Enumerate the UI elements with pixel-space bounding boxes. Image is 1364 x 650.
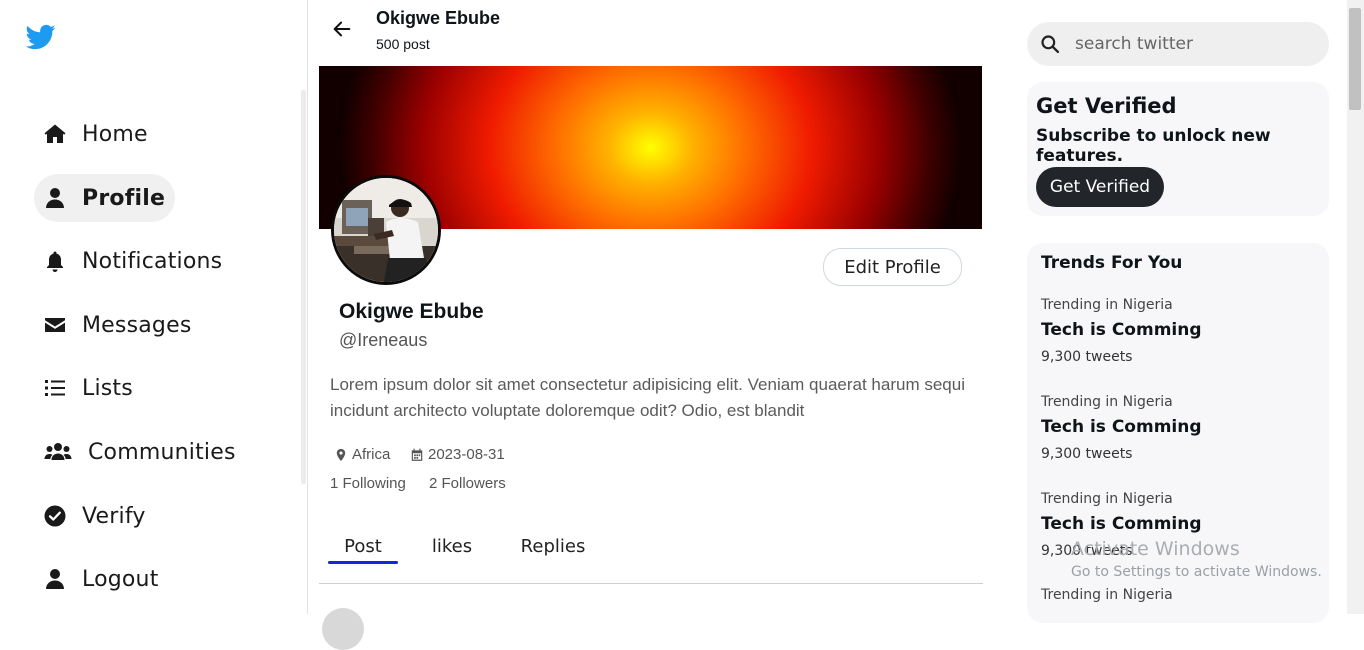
trend-count: 9,300 tweets [1041, 543, 1133, 559]
profile-handle: @Ireneaus [339, 330, 428, 350]
scrollbar-thumb[interactable] [1349, 8, 1361, 110]
active-tab-indicator [328, 561, 398, 564]
get-verified-button[interactable]: Get Verified [1036, 167, 1164, 207]
sidebar-item-home[interactable]: Home [34, 110, 158, 158]
sidebar-item-label: Home [82, 121, 148, 147]
trend-item[interactable]: Trending in Nigeria Tech is Comming 9,30… [1041, 488, 1311, 564]
sidebar-item-communities[interactable]: Communities [34, 428, 246, 476]
followers-link[interactable]: 2 Followers [429, 475, 506, 492]
location-text: Africa [352, 446, 391, 463]
envelope-icon [42, 312, 68, 338]
tab-post[interactable]: Post [328, 528, 398, 564]
sidebar-item-notifications[interactable]: Notifications [34, 237, 232, 285]
trend-location: Trending in Nigeria [1041, 394, 1173, 410]
sidebar-scrollbar[interactable] [301, 90, 306, 484]
trend-count: 9,300 tweets [1041, 349, 1133, 365]
sidebar-item-profile[interactable]: Profile [34, 174, 176, 222]
trend-item[interactable]: Trending in Nigeria [1041, 584, 1311, 606]
profile-main: Okigwe Ebube 500 post Edit Profile Okigw… [319, 0, 983, 650]
profile-joined-date: 2023-08-31 [410, 446, 505, 463]
home-icon [42, 121, 68, 147]
header-post-count: 500 post [376, 36, 430, 52]
map-pin-icon [336, 448, 346, 461]
back-arrow-icon[interactable] [331, 18, 355, 42]
search-bar[interactable] [1027, 22, 1329, 66]
tabs-divider [319, 583, 983, 584]
profile-name: Okigwe Ebube [339, 300, 484, 323]
trend-location: Trending in Nigeria [1041, 297, 1173, 313]
trends-card: Trends For You Trending in Nigeria Tech … [1027, 243, 1329, 623]
edit-profile-button[interactable]: Edit Profile [823, 248, 962, 286]
post-avatar [322, 608, 364, 650]
verify-card-subtitle: Subscribe to unlock new features. [1036, 126, 1271, 166]
trends-title: Trends For You [1041, 253, 1183, 273]
list-icon [42, 375, 68, 401]
trend-topic: Tech is Comming [1041, 417, 1202, 437]
sidebar-item-label: Communities [88, 439, 236, 465]
following-link[interactable]: 1 Following [330, 475, 406, 492]
trend-location: Trending in Nigeria [1041, 587, 1173, 603]
header-profile-name: Okigwe Ebube [376, 8, 501, 28]
profile-location: Africa [334, 446, 390, 463]
sidebar-item-messages[interactable]: Messages [34, 301, 201, 349]
sidebar-item-lists[interactable]: Lists [34, 364, 143, 412]
profile-bio: Lorem ipsum dolor sit amet consectetur a… [330, 375, 965, 420]
profile-avatar[interactable] [331, 175, 441, 285]
trend-topic: Tech is Comming [1041, 320, 1202, 340]
page-scrollbar[interactable] [1347, 0, 1364, 614]
user-icon [42, 566, 68, 592]
verify-card-title: Get Verified [1036, 94, 1177, 118]
sidebar-item-label: Verify [82, 503, 146, 529]
user-icon [42, 185, 68, 211]
sidebar-item-verify[interactable]: Verify [34, 492, 156, 540]
trend-item[interactable]: Trending in Nigeria Tech is Comming 9,30… [1041, 294, 1311, 370]
sidebar-item-label: Logout [82, 566, 159, 592]
left-sidebar: Home Profile Notifications Messages List… [0, 0, 308, 614]
trend-location: Trending in Nigeria [1041, 491, 1173, 507]
bell-icon [42, 248, 68, 274]
search-input[interactable] [1073, 33, 1317, 55]
sidebar-item-label: Profile [82, 185, 166, 211]
get-verified-card: Get Verified Subscribe to unlock new fea… [1027, 82, 1329, 216]
trend-topic: Tech is Comming [1041, 514, 1202, 534]
sidebar-item-label: Lists [82, 375, 133, 401]
tab-replies[interactable]: Replies [515, 528, 591, 564]
check-circle-icon [42, 503, 68, 529]
trend-count: 9,300 tweets [1041, 446, 1133, 462]
calendar-icon [411, 448, 423, 461]
joined-date-text: 2023-08-31 [428, 446, 505, 463]
users-icon [42, 439, 74, 465]
sidebar-item-label: Messages [82, 312, 192, 338]
tab-likes[interactable]: likes [421, 528, 483, 564]
sidebar-item-logout[interactable]: Logout [34, 555, 169, 603]
sidebar-item-label: Notifications [82, 248, 223, 274]
trend-item[interactable]: Trending in Nigeria Tech is Comming 9,30… [1041, 391, 1311, 467]
twitter-bird-icon[interactable] [24, 22, 58, 52]
search-icon [1041, 35, 1060, 54]
